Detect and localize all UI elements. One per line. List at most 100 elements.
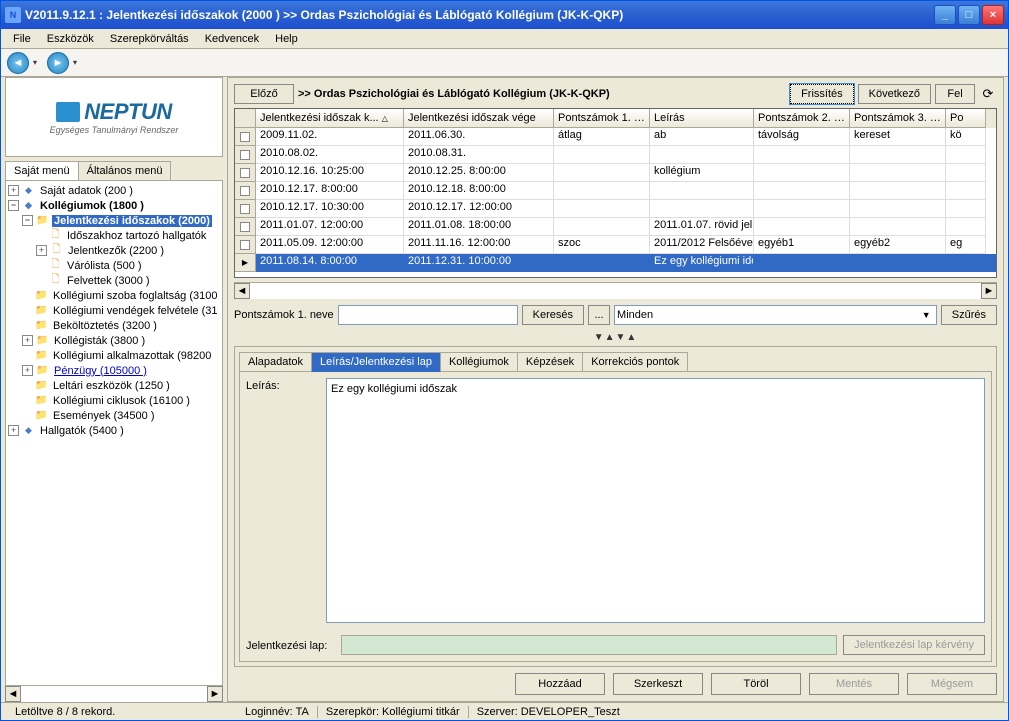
close-button[interactable]: × (982, 5, 1004, 25)
tree-idoszakhoz[interactable]: Időszakhoz tartozó hallgatók (65, 230, 208, 242)
tree-alk[interactable]: Kollégiumi alkalmazottak (98200 (51, 350, 213, 362)
tree-felvettek[interactable]: Felvettek (3000 ) (65, 275, 152, 287)
table-cell[interactable] (850, 200, 946, 218)
table-cell[interactable] (554, 218, 650, 236)
tree-view[interactable]: +◆Saját adatok (200 ) −◆Kollégiumok (180… (5, 181, 223, 686)
menu-szerepkor[interactable]: Szerepkörváltás (102, 31, 197, 47)
row-selector[interactable] (235, 182, 256, 200)
nav-forward-button[interactable]: ► (47, 52, 69, 74)
row-selector[interactable] (235, 146, 256, 164)
tab-korrekcios[interactable]: Korrekciós pontok (582, 352, 688, 372)
expander-icon[interactable]: + (36, 245, 47, 256)
nav-forward-dropdown[interactable]: ▾ (73, 58, 83, 67)
row-selector[interactable] (235, 164, 256, 182)
table-cell[interactable] (850, 146, 946, 164)
tree-scroll-right[interactable]: ► (207, 686, 223, 702)
table-cell[interactable]: 2010.12.17. 10:30:00 (256, 200, 404, 218)
maximize-button[interactable]: □ (958, 5, 980, 25)
table-row[interactable]: ▶2011.08.14. 8:00:002011.12.31. 10:00:00… (235, 254, 996, 272)
table-cell[interactable]: 2011.05.09. 12:00:00 (256, 236, 404, 254)
data-grid[interactable]: Jelentkezési időszak k... △ Jelentkezési… (234, 108, 997, 278)
filter-combo[interactable]: Minden ▼ (614, 305, 937, 325)
table-cell[interactable]: egyéb1 (754, 236, 850, 254)
table-cell[interactable] (946, 182, 986, 200)
table-cell[interactable] (554, 164, 650, 182)
table-cell[interactable]: 2011.06.30. (404, 128, 554, 146)
table-cell[interactable] (850, 254, 946, 272)
table-cell[interactable] (850, 164, 946, 182)
megsem-button[interactable]: Mégsem (907, 673, 997, 695)
table-cell[interactable] (754, 182, 850, 200)
table-row[interactable]: 2011.05.09. 12:00:002011.11.16. 12:00:00… (235, 236, 996, 254)
table-cell[interactable] (554, 182, 650, 200)
col-header[interactable]: Leírás (650, 109, 754, 128)
table-row[interactable]: 2010.12.17. 10:30:002010.12.17. 12:00:00 (235, 200, 996, 218)
menu-kedvencek[interactable]: Kedvencek (197, 31, 267, 47)
expander-icon[interactable]: + (8, 425, 19, 436)
table-cell[interactable]: 2010.12.17. 8:00:00 (256, 182, 404, 200)
tree-jelentkezok[interactable]: Jelentkezők (2200 ) (66, 245, 166, 257)
table-cell[interactable]: 2011.08.14. 8:00:00 (256, 254, 404, 272)
tree-kollegiumok[interactable]: Kollégiumok (1800 ) (38, 200, 146, 212)
menu-file[interactable]: File (5, 31, 39, 47)
tree-scroll-left[interactable]: ◄ (5, 686, 21, 702)
table-cell[interactable]: 2010.12.16. 10:25:00 (256, 164, 404, 182)
expander-icon[interactable]: − (8, 200, 19, 211)
table-cell[interactable]: 2010.12.17. 12:00:00 (404, 200, 554, 218)
table-row[interactable]: 2010.12.17. 8:00:002010.12.18. 8:00:00 (235, 182, 996, 200)
table-cell[interactable] (754, 164, 850, 182)
table-cell[interactable]: eg (946, 236, 986, 254)
table-cell[interactable] (946, 254, 986, 272)
row-selector[interactable]: ▶ (235, 254, 256, 272)
tree-tab-altalanos[interactable]: Általános menü (78, 161, 172, 180)
search-more-button[interactable]: ... (588, 305, 610, 325)
table-cell[interactable] (554, 146, 650, 164)
menu-help[interactable]: Help (267, 31, 306, 47)
tree-hallgatok[interactable]: Hallgatók (5400 ) (38, 425, 126, 437)
jel-lap-button[interactable]: Jelentkezési lap kérvény (843, 635, 985, 655)
table-cell[interactable]: kollégium (650, 164, 754, 182)
col-header[interactable]: Pontszámok 1. ne... (554, 109, 650, 128)
tree-kollegistak[interactable]: Kollégisták (3800 ) (52, 335, 147, 347)
col-header[interactable]: Jelentkezési időszak k... △ (256, 109, 404, 128)
table-cell[interactable]: 2011/2012 Felsőéve (650, 236, 754, 254)
grid-scroll-track[interactable] (250, 283, 981, 299)
table-cell[interactable] (650, 200, 754, 218)
table-cell[interactable]: 2010.08.02. (256, 146, 404, 164)
hozzaad-button[interactable]: Hozzáad (515, 673, 605, 695)
table-cell[interactable]: 2010.12.18. 8:00:00 (404, 182, 554, 200)
table-cell[interactable] (554, 254, 650, 272)
tree-jelentkezesi[interactable]: Jelentkezési időszakok (2000) (52, 215, 212, 227)
torol-button[interactable]: Töröl (711, 673, 801, 695)
row-selector[interactable] (235, 218, 256, 236)
table-cell[interactable] (650, 182, 754, 200)
table-cell[interactable] (850, 182, 946, 200)
minimize-button[interactable]: _ (934, 5, 956, 25)
tree-leltari[interactable]: Leltári eszközök (1250 ) (51, 380, 172, 392)
table-cell[interactable] (754, 218, 850, 236)
expander-icon[interactable]: + (22, 365, 33, 376)
table-row[interactable]: 2011.01.07. 12:00:002011.01.08. 18:00:00… (235, 218, 996, 236)
table-cell[interactable]: egyéb2 (850, 236, 946, 254)
jel-lap-input[interactable] (341, 635, 837, 655)
splitter-grip[interactable]: ▼▲▼▲ (234, 331, 997, 344)
kereses-button[interactable]: Keresés (522, 305, 584, 325)
expander-icon[interactable]: + (22, 335, 33, 346)
table-cell[interactable] (946, 218, 986, 236)
row-selector[interactable] (235, 236, 256, 254)
tab-alapadatok[interactable]: Alapadatok (239, 352, 312, 372)
tree-varolista[interactable]: Várólista (500 ) (65, 260, 144, 272)
kovetkezo-button[interactable]: Következő (858, 84, 931, 104)
table-cell[interactable] (754, 200, 850, 218)
col-header[interactable]: Jelentkezési időszak vége (404, 109, 554, 128)
tab-kollegiumok[interactable]: Kollégiumok (440, 352, 518, 372)
table-cell[interactable]: kereset (850, 128, 946, 146)
szures-button[interactable]: Szűrés (941, 305, 997, 325)
table-cell[interactable]: 2010.12.25. 8:00:00 (404, 164, 554, 182)
menu-eszkozok[interactable]: Eszközök (39, 31, 102, 47)
table-cell[interactable]: 2010.08.31. (404, 146, 554, 164)
expander-icon[interactable]: + (8, 185, 19, 196)
table-cell[interactable]: 2009.11.02. (256, 128, 404, 146)
fel-button[interactable]: Fel (935, 84, 975, 104)
leiras-textarea[interactable]: Ez egy kollégiumi időszak (326, 378, 985, 623)
